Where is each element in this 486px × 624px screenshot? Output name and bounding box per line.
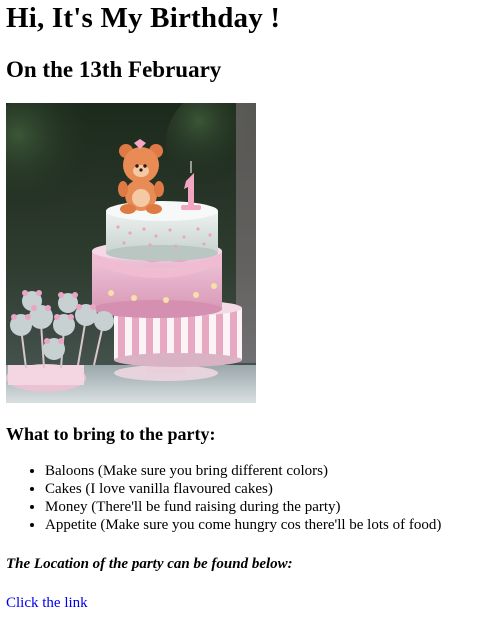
list-item: Baloons (Make sure you bring different c… bbox=[45, 462, 486, 480]
birthday-cake-image bbox=[6, 103, 256, 403]
list-item: Money (There'll be fund raising during t… bbox=[45, 498, 486, 516]
page-subtitle: On the 13th February bbox=[6, 57, 222, 82]
page-title: Hi, It's My Birthday ! bbox=[6, 2, 281, 34]
location-heading: The Location of the party can be found b… bbox=[6, 556, 293, 572]
list-item: Cakes (I love vanilla flavoured cakes) bbox=[45, 480, 486, 498]
bring-heading: What to bring to the party: bbox=[6, 424, 216, 444]
cake-illustration bbox=[6, 103, 256, 403]
list-item: Appetite (Make sure you come hungry cos … bbox=[45, 516, 486, 534]
bring-list: Baloons (Make sure you bring different c… bbox=[6, 462, 486, 534]
location-link[interactable]: Click the link bbox=[6, 595, 88, 612]
